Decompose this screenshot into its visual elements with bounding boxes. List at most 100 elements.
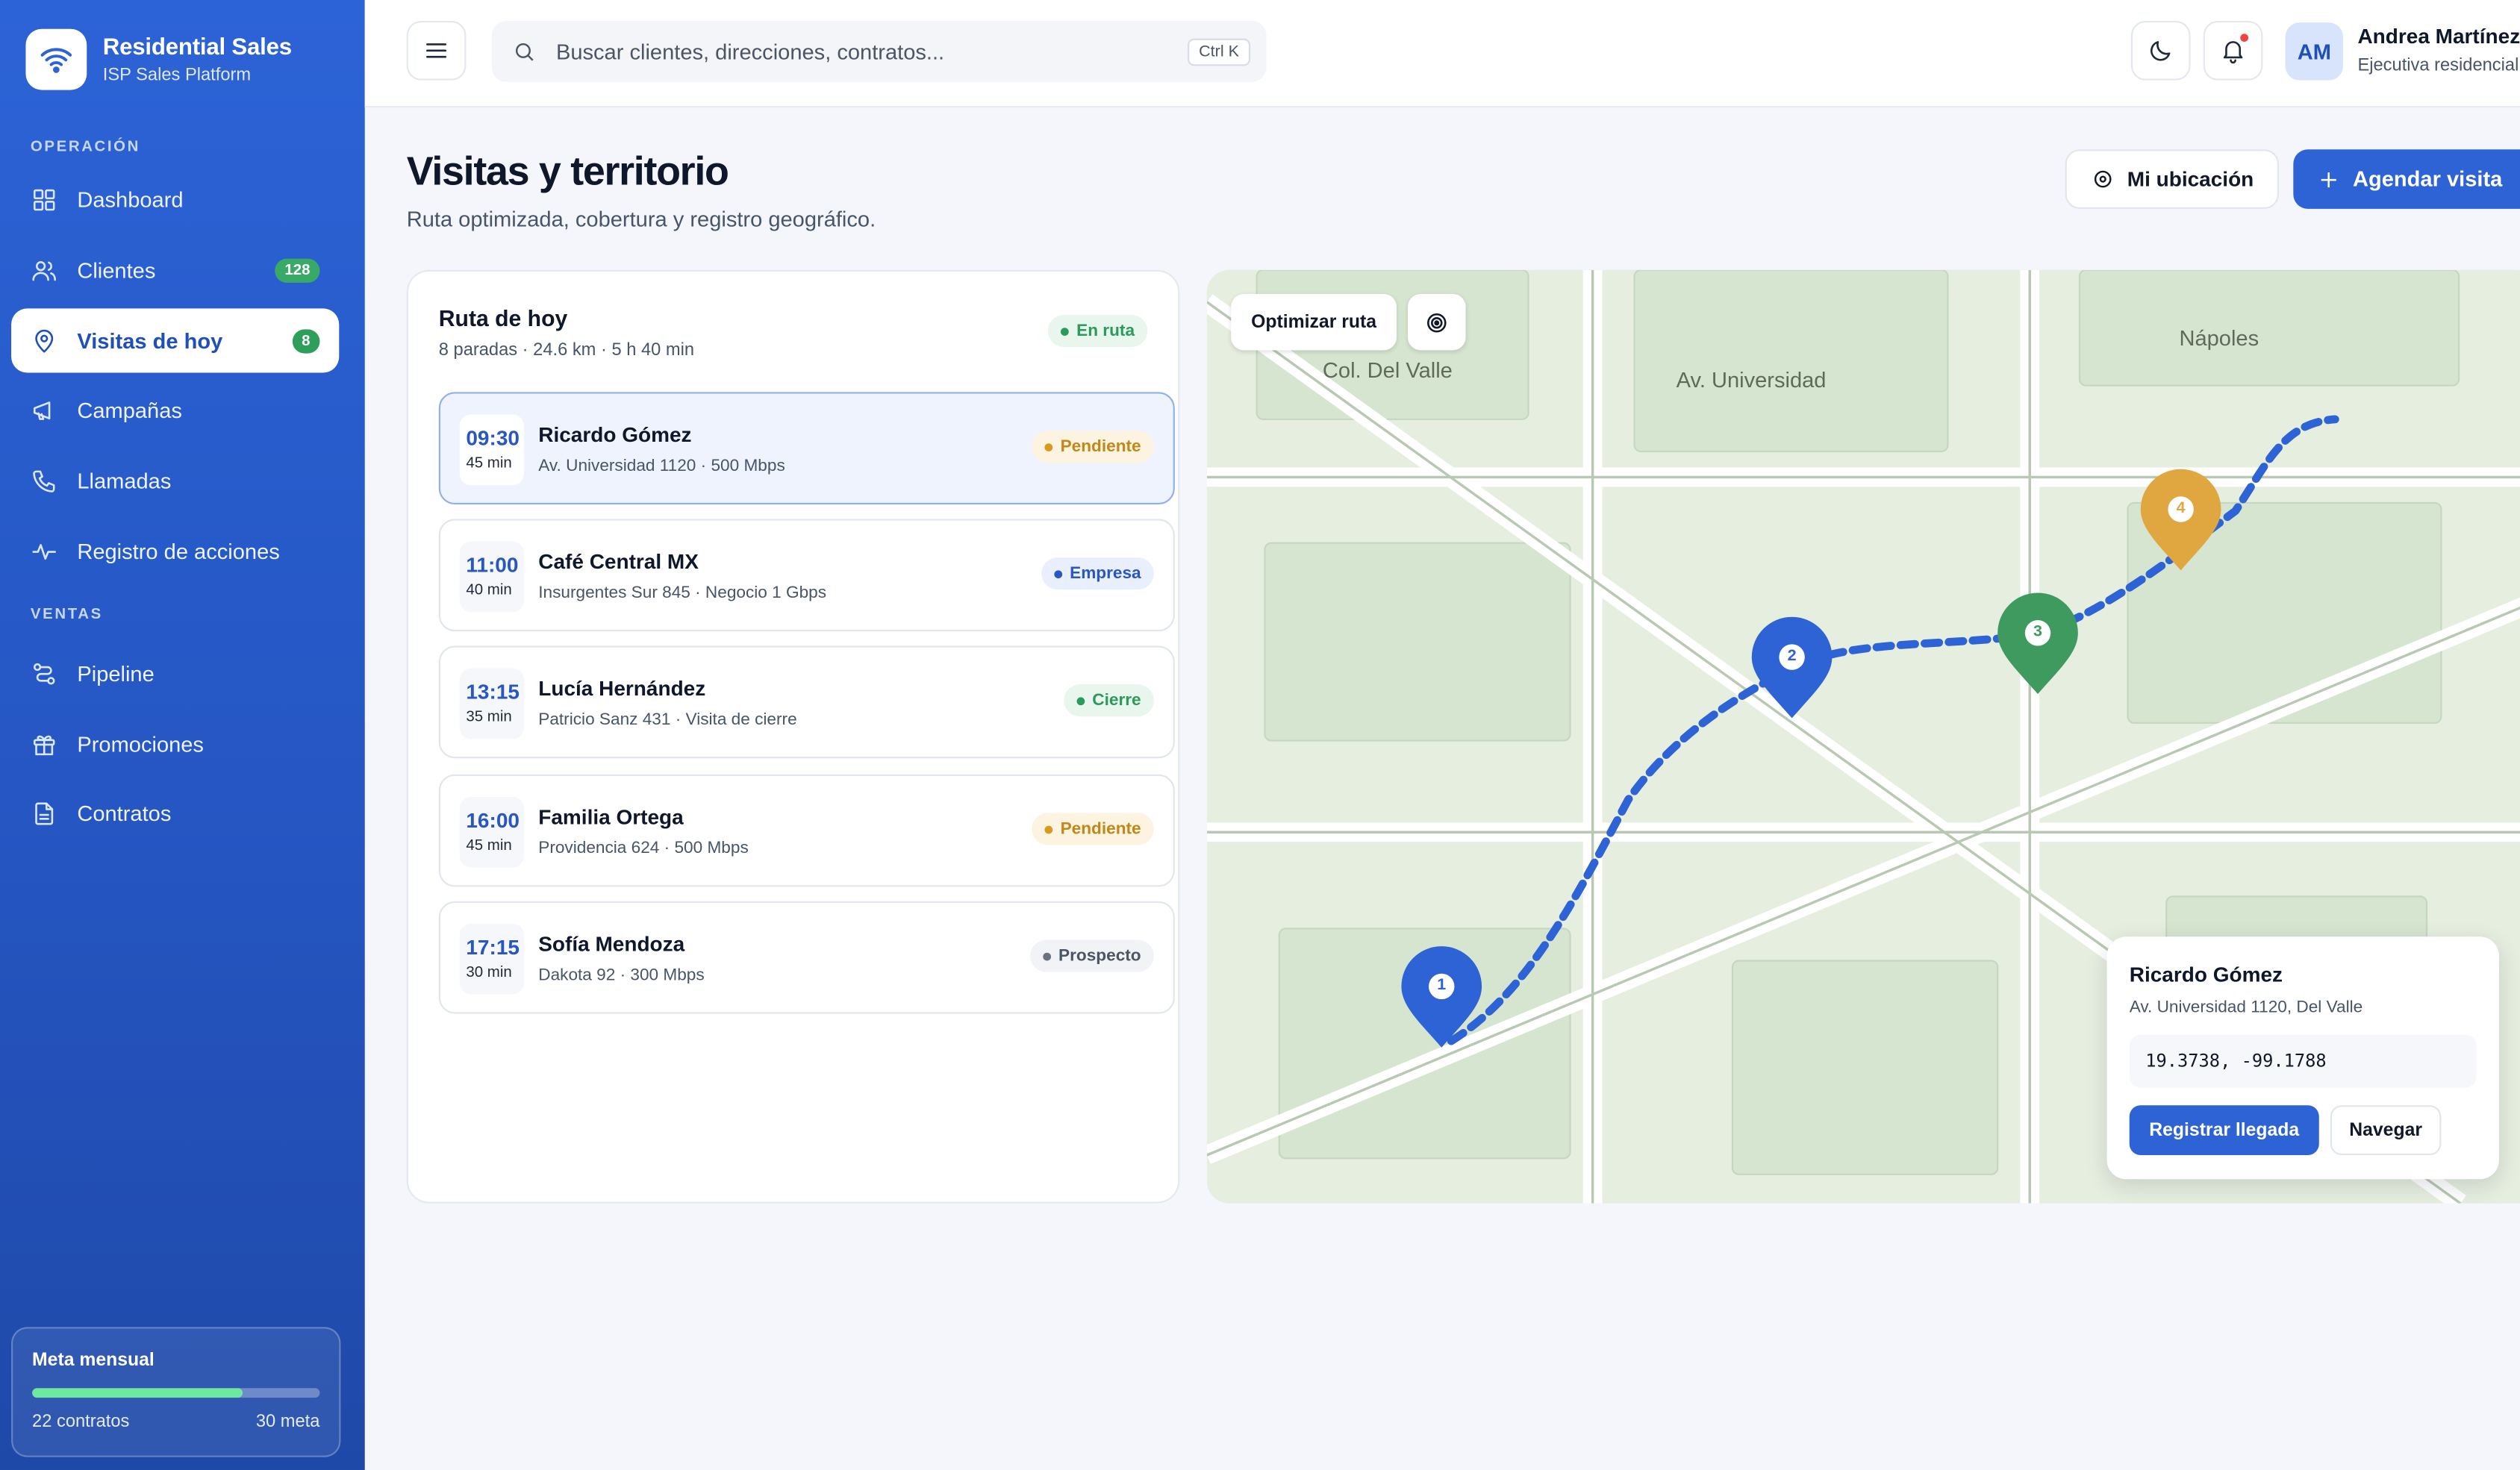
route-status-label: En ruta [1076, 321, 1135, 341]
visit-status-label: Pendiente [1060, 437, 1141, 457]
map-pin-1[interactable]: 1 [1400, 945, 1483, 1059]
brand[interactable]: Residential Sales ISP Sales Platform [25, 28, 292, 90]
visit-row[interactable]: 09:30 45 min Ricardo Gómez Av. Universidad … [438, 392, 1175, 505]
pipeline-icon [33, 662, 55, 684]
sidebar: Residential Sales ISP Sales Platform OPE… [0, 0, 365, 1470]
phone-icon [33, 469, 55, 492]
goal-target: 30 meta [255, 1412, 320, 1432]
megaphone-icon [33, 401, 51, 419]
goal-progress-fill [32, 1388, 243, 1398]
target-icon [1427, 312, 1447, 332]
map-pin-icon [35, 328, 54, 352]
goal-current: 22 contratos [32, 1412, 130, 1432]
map[interactable]: Col. Del Valle Av. Universidad Nápoles O… [1206, 269, 2520, 1204]
map-pin-number: 1 [1429, 973, 1455, 1000]
visit-time: 09:30 [466, 425, 520, 450]
visit-client-name: Ricardo Gómez [538, 422, 692, 447]
topbar: Ctrl K AM Andrea Martínez Ejecutiva resi… [364, 0, 2520, 108]
route-summary: 8 paradas · 24.6 km · 5 h 40 min [438, 340, 695, 360]
map-pin-number: 2 [1779, 644, 1805, 670]
wifi-icon [25, 28, 87, 90]
visit-row[interactable]: 17:15 30 min Sofía Mendoza Dakota 92 · 300 … [438, 901, 1175, 1014]
sidebar-item-dashboard[interactable]: Dashboard [11, 167, 339, 231]
sidebar-item-label: Registro de acciones [77, 539, 280, 563]
menu-button[interactable] [406, 20, 467, 81]
map-label-napoles: Nápoles [2179, 326, 2259, 351]
visit-status-badge: Prospecto [1029, 939, 1154, 972]
visit-status-label: Pendiente [1060, 819, 1141, 839]
visit-detail: Providencia 624 · 500 Mbps [538, 838, 749, 858]
visit-client-name: Familia Ortega [538, 804, 684, 829]
sidebar-item-pipeline[interactable]: Pipeline [11, 641, 339, 705]
sidebar-item-label: Campañas [77, 397, 182, 422]
sidebar-item-visitas[interactable]: Visitas de hoy 8 [11, 308, 340, 373]
avatar[interactable]: AM [2285, 22, 2344, 81]
visit-duration: 45 min [466, 836, 512, 855]
notification-dot [2240, 34, 2249, 42]
recenter-button[interactable] [1408, 293, 1466, 351]
visit-row[interactable]: 13:15 35 min Lucía Hernández Patricio Sanz … [438, 645, 1175, 759]
optimize-route-button[interactable]: Optimizar ruta [1231, 293, 1397, 351]
user-role: Ejecutiva residencial [2357, 56, 2519, 76]
visit-client-name: Lucía Hernández [538, 676, 706, 701]
sidebar-item-label: Promociones [77, 731, 204, 756]
schedule-visit-button[interactable]: Agendar visita [2293, 149, 2520, 209]
sidebar-item-clientes[interactable]: Clientes 128 [11, 238, 339, 302]
visit-time: 16:00 [466, 807, 520, 833]
popup-client-name: Ricardo Gómez [2129, 962, 2283, 986]
sidebar-item-label: Clientes [77, 257, 156, 282]
route-title: Ruta de hoy [438, 305, 568, 331]
sidebar-item-campanas[interactable]: Campañas [11, 378, 339, 442]
visit-status-label: Empresa [1070, 563, 1141, 584]
visit-status-badge: Pendiente [1031, 813, 1154, 845]
file-icon [35, 801, 54, 825]
map-pin-4[interactable]: 4 [2139, 468, 2223, 582]
my-location-button[interactable]: Mi ubicación [2065, 149, 2279, 209]
schedule-visit-label: Agendar visita [2352, 166, 2503, 192]
sidebar-item-promociones[interactable]: Promociones [11, 712, 339, 776]
visit-detail: Dakota 92 · 300 Mbps [538, 965, 705, 985]
menu-icon [426, 43, 447, 58]
sidebar-item-label: Visitas de hoy [77, 328, 223, 353]
route-status-badge: En ruta [1047, 314, 1148, 348]
visit-duration: 40 min [466, 581, 512, 600]
search-input[interactable] [555, 39, 1167, 64]
map-pin-number: 3 [2024, 620, 2051, 646]
my-location-label: Mi ubicación [2127, 166, 2254, 192]
search-bar[interactable]: Ctrl K [491, 20, 1267, 82]
page-title: Visitas y territorio [406, 149, 729, 195]
page-subtitle: Ruta optimizada, cobertura y registro ge… [406, 207, 876, 232]
grid-icon [33, 188, 55, 210]
visit-client-name: Sofía Mendoza [538, 931, 685, 957]
map-label-universidad: Av. Universidad [1676, 368, 1827, 392]
route-panel: Ruta de hoy 8 paradas · 24.6 km · 5 h 40… [406, 269, 1180, 1204]
sidebar-item-contratos[interactable]: Contratos [11, 781, 339, 845]
map-pin-2[interactable]: 2 [1750, 616, 1834, 730]
sidebar-item-registro[interactable]: Registro de acciones [11, 519, 339, 583]
goal-title: Meta mensual [32, 1351, 155, 1371]
visit-detail: Patricio Sanz 431 · Visita de cierre [538, 710, 797, 730]
map-pin-number: 4 [2168, 496, 2194, 522]
map-pin-3[interactable]: 3 [1996, 591, 2080, 705]
theme-toggle-button[interactable] [2130, 20, 2191, 81]
brand-subtitle: ISP Sales Platform [102, 65, 252, 85]
sidebar-item-llamadas[interactable]: Llamadas [11, 448, 339, 513]
visits-count-badge: 8 [292, 328, 320, 353]
goal-progress-bar [32, 1388, 320, 1398]
visit-detail: Insurgentes Sur 845 · Negocio 1 Gbps [538, 583, 827, 603]
register-arrival-button[interactable]: Registrar llegada [2129, 1105, 2319, 1156]
visit-row[interactable]: 16:00 45 min Familia Ortega Providencia 624… [438, 774, 1175, 887]
user-name: Andrea Martínez [2357, 24, 2520, 49]
users-icon [32, 260, 56, 281]
location-target-icon [2094, 170, 2111, 188]
visit-row[interactable]: 11:00 40 min Café Central MX Insurgentes Su… [438, 519, 1175, 632]
navigate-button[interactable]: Navegar [2330, 1105, 2442, 1156]
visit-time: 13:15 [466, 679, 520, 704]
search-shortcut: Ctrl K [1188, 37, 1251, 66]
visit-status-label: Prospecto [1058, 946, 1141, 966]
notifications-button[interactable] [2203, 20, 2263, 81]
sidebar-item-label: Llamadas [77, 468, 172, 492]
visit-status-badge: Empresa [1041, 557, 1154, 590]
sidebar-item-label: Dashboard [77, 187, 184, 212]
moon-icon [2151, 41, 2171, 61]
